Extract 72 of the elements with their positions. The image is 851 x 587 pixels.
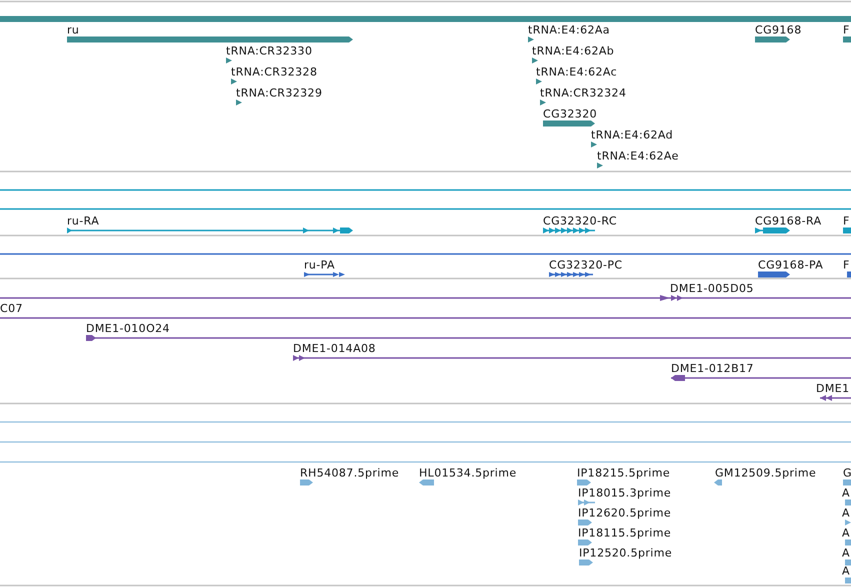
protein-glyph[interactable]: [549, 272, 593, 277]
feature-label: DME1-012B17: [671, 362, 754, 375]
feature-label: ru-RA: [67, 214, 100, 228]
clone-glyph[interactable]: [671, 375, 851, 381]
feature-label: A: [842, 506, 850, 520]
feature-label: CG9168-PA: [758, 258, 824, 272]
est-glyph[interactable]: [578, 500, 595, 506]
gene-glyph[interactable]: [236, 100, 242, 106]
gene-glyph[interactable]: [591, 142, 597, 148]
clone-glyph[interactable]: [0, 295, 851, 301]
feature-label: DME1: [816, 382, 850, 395]
est-glyph[interactable]: [845, 520, 851, 526]
feature-label: DME1-010O24: [86, 322, 170, 335]
gene-glyph[interactable]: [528, 36, 534, 42]
feature-label: CG32320-PC: [549, 258, 622, 272]
clone-glyph[interactable]: [86, 335, 851, 341]
feature-label: RH54087.5prime: [300, 466, 400, 480]
feature-label: DME1-005D05: [670, 282, 754, 295]
feature-label: GM12509.5prime: [715, 466, 816, 480]
est-glyph[interactable]: [577, 480, 591, 486]
est-glyph[interactable]: [419, 480, 434, 486]
feature-label: A: [842, 546, 850, 560]
feature-label: CG32320-RC: [543, 214, 617, 228]
feature-label: A: [842, 486, 850, 500]
gene-glyph[interactable]: [597, 162, 603, 168]
feature-label: CG9168-RA: [755, 214, 822, 228]
clone-glyph[interactable]: [293, 355, 851, 361]
feature-label: G: [843, 466, 851, 480]
gene-glyph[interactable]: [543, 120, 595, 126]
feature-label: F: [843, 24, 850, 36]
feature-label: CG9168: [755, 24, 802, 36]
est-glyph[interactable]: [714, 480, 722, 486]
feature-label: IP18115.5prime: [578, 526, 672, 540]
feature-label: F: [843, 258, 850, 272]
clone-glyph[interactable]: [820, 395, 851, 401]
transcript-glyph[interactable]: [755, 228, 790, 234]
gene-glyph[interactable]: [226, 58, 232, 64]
feature-label: ru: [67, 24, 80, 36]
feature-label: tRNA:CR32324: [540, 86, 626, 100]
est-glyph[interactable]: [578, 520, 592, 526]
est-glyph[interactable]: [579, 560, 593, 566]
feature-label: IP12520.5prime: [579, 546, 672, 560]
gene-glyph[interactable]: [536, 78, 542, 84]
feature-label: A: [842, 564, 850, 578]
transcript-glyph[interactable]: [543, 228, 595, 234]
feature-label: IP12620.5prime: [578, 506, 672, 520]
feature-label: tRNA:E4:62Ad: [591, 128, 673, 142]
transcript-glyph[interactable]: [67, 228, 353, 234]
gene-glyph[interactable]: [532, 58, 538, 64]
feature-label: DME1-014A08: [293, 342, 376, 355]
est-glyph[interactable]: [300, 480, 313, 486]
feature-label: tRNA:CR32329: [236, 86, 322, 100]
gene-glyph[interactable]: [540, 100, 546, 106]
feature-label: IP18215.5prime: [577, 466, 670, 480]
feature-label: tRNA:E4:62Aa: [528, 24, 610, 36]
feature-label: CG32320: [543, 108, 597, 120]
protein-glyph[interactable]: [758, 272, 790, 278]
feature-label: tRNA:CR32330: [226, 44, 312, 58]
feature-label: A: [842, 526, 850, 540]
feature-label: C07: [0, 302, 23, 315]
est-glyph[interactable]: [578, 540, 592, 546]
feature-label: HL01534.5prime: [419, 466, 517, 480]
gene-glyph[interactable]: [231, 78, 237, 84]
protein-glyph[interactable]: [304, 272, 345, 277]
feature-label: tRNA:CR32328: [231, 66, 318, 78]
gene-glyph[interactable]: [755, 36, 790, 42]
feature-label: IP18015.3prime: [578, 486, 672, 500]
feature-label: tRNA:E4:62Ae: [597, 150, 679, 162]
feature-label: F: [843, 214, 850, 228]
feature-label: ru-PA: [304, 258, 335, 272]
feature-label: tRNA:E4:62Ab: [532, 44, 614, 58]
feature-label: tRNA:E4:62Ac: [536, 66, 618, 78]
